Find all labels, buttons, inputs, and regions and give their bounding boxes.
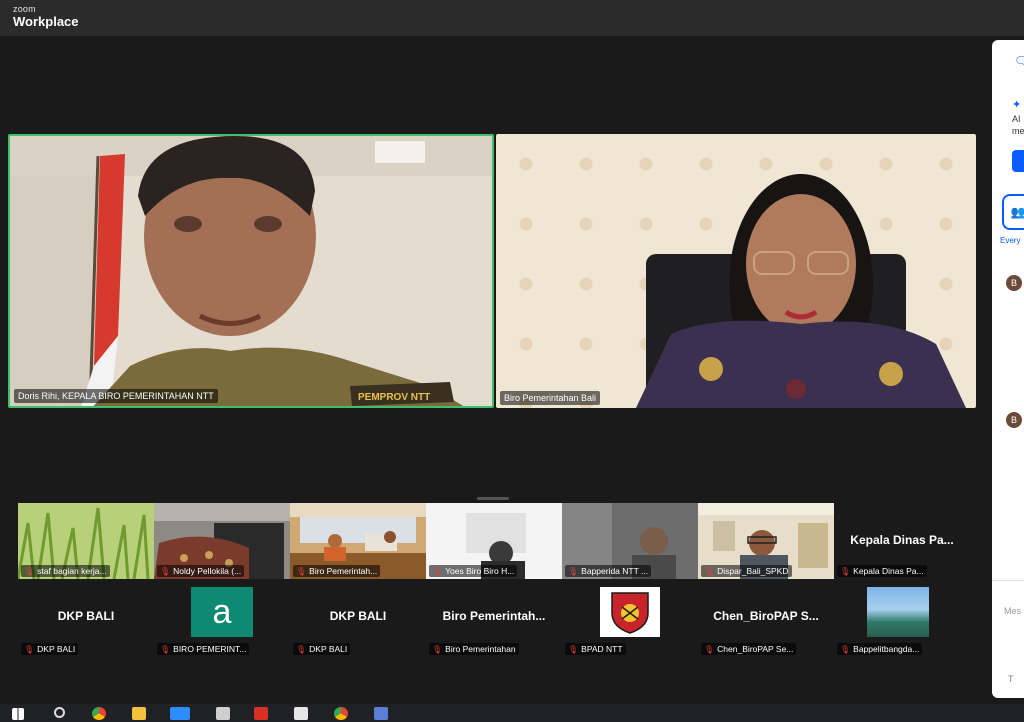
participant-thumb[interactable]: 🎙 Bappelitbangda... <box>834 581 970 657</box>
participant-name-tag: 🎙 Bappelitbangda... <box>837 643 923 655</box>
video-feed: PEMPROV NTT <box>10 136 492 406</box>
muted-mic-icon: 🎙 <box>24 567 35 576</box>
video-tile-speaker[interactable]: Biro Pemerintahan Bali <box>496 134 976 408</box>
participant-name-tag: 🎙 Dispar_Bali_SPKD <box>701 565 792 577</box>
ai-action-button[interactable] <box>1012 150 1024 172</box>
sparkle-icon: ✦ <box>1012 99 1022 111</box>
os-taskbar <box>0 704 1024 722</box>
divider <box>992 580 1024 581</box>
muted-mic-icon: 🎙 <box>296 567 307 576</box>
pdf-icon[interactable] <box>254 707 268 720</box>
app-icon[interactable] <box>374 707 388 720</box>
participant-thumb[interactable]: a 🎙 BIRO PEMERINT... <box>154 581 290 657</box>
search-icon[interactable] <box>54 707 65 718</box>
participant-name-tag: 🎙 Noldy Pellokila (... <box>157 565 245 577</box>
participant-avatar-name: DKP BALI <box>329 609 387 623</box>
participant-thumb[interactable]: Kepala Dinas Pa... 🎙 Kepala Dinas Pa... <box>834 503 970 579</box>
participant-avatar-name: Kepala Dinas Pa... <box>850 533 954 547</box>
participant-name-tag: 🎙 staf bagian kerja... <box>21 565 110 577</box>
zoom-logo: zoom Workplace <box>13 4 79 29</box>
video-tile-active-speaker[interactable]: PEMPROV NTT Doris Rihi, KEPALA BIRO PEME… <box>8 134 494 408</box>
participant-name-tag: 🎙 BPAD NTT <box>565 643 626 655</box>
muted-mic-icon: 🎙 <box>432 567 443 576</box>
app-icon[interactable] <box>294 707 308 720</box>
brand-big: Workplace <box>13 14 79 29</box>
participant-thumb[interactable]: 🎙 Yoes Biro Biro H... <box>426 503 562 579</box>
participant-thumb[interactable]: 🎙 BPAD NTT <box>562 581 698 657</box>
participant-name-tag: 🎙 Bapperida NTT ... <box>565 565 652 577</box>
participant-thumb[interactable]: Chen_BiroPAP S... 🎙 Chen_BiroPAP Se... <box>698 581 834 657</box>
chrome-icon[interactable] <box>92 707 106 720</box>
chat-avatar: B <box>1006 412 1022 428</box>
participant-name-tag: 🎙 DKP BALI <box>21 643 79 655</box>
participant-name-tag: 🎙 Yoes Biro Biro H... <box>429 565 518 577</box>
video-feed <box>496 134 976 408</box>
muted-mic-icon: 🎙 <box>568 645 579 654</box>
ai-label: AI <box>1012 114 1021 124</box>
side-panel[interactable]: 🗨 ✦ AI me 👥 Every B B Mes T <box>992 40 1024 698</box>
chat-icon[interactable]: 🗨 <box>1014 54 1024 68</box>
participant-name-tag: 🎙 Chen_BiroPAP Se... <box>701 643 797 655</box>
chrome-icon[interactable] <box>334 707 348 720</box>
participant-name-tag: 🎙 Biro Pemerintahan <box>429 643 519 655</box>
chat-avatar: B <box>1006 275 1022 291</box>
brand-small: zoom <box>13 4 36 14</box>
participant-name-tag: 🎙 BIRO PEMERINT... <box>157 643 250 655</box>
muted-mic-icon: 🎙 <box>704 567 715 576</box>
everyone-label: Every <box>1000 236 1021 245</box>
participant-thumb[interactable]: 🎙 Bapperida NTT ... <box>562 503 698 579</box>
participant-thumb[interactable]: 🎙 staf bagian kerja... <box>18 503 154 579</box>
speaker-name-tag: Biro Pemerintahan Bali <box>500 391 601 405</box>
muted-mic-icon: 🎙 <box>296 645 307 654</box>
message-input[interactable]: Mes <box>1004 606 1021 616</box>
muted-mic-icon: 🎙 <box>160 567 171 576</box>
participant-name-tag: 🎙 Kepala Dinas Pa... <box>837 565 927 577</box>
file-explorer-icon[interactable] <box>132 707 146 720</box>
participant-thumb[interactable]: 🎙 Noldy Pellokila (... <box>154 503 290 579</box>
muted-mic-icon: 🎙 <box>568 567 579 576</box>
shirt-text: PEMPROV NTT <box>358 392 430 403</box>
muted-mic-icon: 🎙 <box>24 645 35 654</box>
strip-resize-handle[interactable] <box>477 497 509 500</box>
muted-mic-icon: 🎙 <box>840 645 851 654</box>
speaker-name-tag: Doris Rihi, KEPALA BIRO PEMERINTAHAN NTT <box>14 389 218 403</box>
muted-mic-icon: 🎙 <box>160 645 171 654</box>
participant-thumb[interactable]: DKP BALI 🎙 DKP BALI <box>290 581 426 657</box>
windows-start-icon[interactable] <box>12 708 24 720</box>
participant-avatar-name: Biro Pemerintah... <box>442 609 546 623</box>
photo-avatar <box>867 587 929 637</box>
emblem-avatar <box>600 587 660 637</box>
muted-mic-icon: 🎙 <box>840 567 851 576</box>
participant-name-tag: 🎙 Biro Pemerintah... <box>293 565 381 577</box>
participant-thumb[interactable]: 🎙 Biro Pemerintah... <box>290 503 426 579</box>
format-text-icon[interactable]: T <box>1008 674 1014 684</box>
muted-mic-icon: 🎙 <box>432 645 443 654</box>
ai-label-2: me <box>1012 126 1024 136</box>
app-icon[interactable] <box>216 707 230 720</box>
participant-avatar-name: Chen_BiroPAP S... <box>713 609 819 623</box>
participant-name-tag: 🎙 DKP BALI <box>293 643 351 655</box>
muted-mic-icon: 🎙 <box>704 645 715 654</box>
participant-avatar-name: DKP BALI <box>57 609 115 623</box>
letter-avatar: a <box>191 587 253 637</box>
speaker1-video: PEMPROV NTT <box>10 136 492 406</box>
participant-thumb[interactable]: DKP BALI 🎙 DKP BALI <box>18 581 154 657</box>
participant-thumb[interactable]: Biro Pemerintah... 🎙 Biro Pemerintahan <box>426 581 562 657</box>
title-bar: zoom Workplace <box>0 0 1024 36</box>
participant-thumb[interactable]: 🎙 Dispar_Bali_SPKD <box>698 503 834 579</box>
everyone-icon[interactable]: 👥 <box>1002 194 1024 230</box>
zoom-app-icon[interactable] <box>170 707 190 720</box>
speaker2-video <box>636 174 966 408</box>
shield-emblem-icon <box>611 592 649 634</box>
